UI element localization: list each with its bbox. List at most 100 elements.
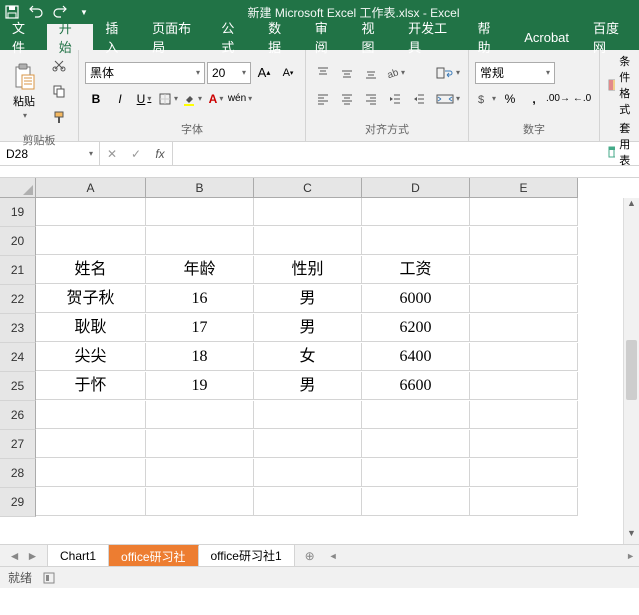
- cell-E27[interactable]: [470, 430, 578, 458]
- cell-B24[interactable]: 18: [146, 343, 254, 371]
- cell-E26[interactable]: [470, 401, 578, 429]
- sheet-tab-office1[interactable]: office研习社: [109, 545, 198, 566]
- cell-B19[interactable]: [146, 198, 254, 226]
- scroll-up-icon[interactable]: ▲: [624, 198, 639, 214]
- cell-E25[interactable]: [470, 372, 578, 400]
- name-box[interactable]: D28 ▾: [0, 142, 100, 165]
- cell-B20[interactable]: [146, 227, 254, 255]
- align-left-button[interactable]: [312, 88, 334, 110]
- decrease-decimal-button[interactable]: ←.0: [571, 88, 593, 110]
- font-size-combo[interactable]: 20▾: [207, 62, 251, 84]
- spreadsheet-grid[interactable]: A B C D E 192021姓名年龄性别工资22贺子秋16男600023耿耿…: [0, 178, 639, 517]
- cut-button[interactable]: [48, 54, 70, 76]
- cell-B26[interactable]: [146, 401, 254, 429]
- increase-indent-button[interactable]: [408, 88, 430, 110]
- cell-E19[interactable]: [470, 198, 578, 226]
- cell-A21[interactable]: 姓名: [36, 256, 146, 284]
- decrease-font-button[interactable]: A▾: [277, 62, 299, 84]
- macro-record-icon[interactable]: [42, 571, 56, 585]
- cell-A20[interactable]: [36, 227, 146, 255]
- cell-B29[interactable]: [146, 488, 254, 516]
- fill-color-button[interactable]: ▾: [181, 88, 203, 110]
- decrease-indent-button[interactable]: [384, 88, 406, 110]
- row-header-20[interactable]: 20: [0, 227, 36, 256]
- cell-B25[interactable]: 19: [146, 372, 254, 400]
- cell-A26[interactable]: [36, 401, 146, 429]
- currency-button[interactable]: $▾: [475, 88, 497, 110]
- conditional-format-button[interactable]: 条件格式: [606, 52, 639, 118]
- tab-acrobat[interactable]: Acrobat: [512, 24, 581, 50]
- row-header-23[interactable]: 23: [0, 314, 36, 343]
- cell-E21[interactable]: [470, 256, 578, 284]
- cell-B27[interactable]: [146, 430, 254, 458]
- select-all-corner[interactable]: [0, 178, 36, 198]
- tab-developer[interactable]: 开发工具: [396, 24, 465, 50]
- cell-B22[interactable]: 16: [146, 285, 254, 313]
- tab-insert[interactable]: 插入: [93, 24, 140, 50]
- row-header-29[interactable]: 29: [0, 488, 36, 517]
- border-button[interactable]: ▾: [157, 88, 179, 110]
- font-name-combo[interactable]: 黑体▾: [85, 62, 205, 84]
- cell-E28[interactable]: [470, 459, 578, 487]
- tab-help[interactable]: 帮助: [466, 24, 513, 50]
- cell-D26[interactable]: [362, 401, 470, 429]
- wrap-text-button[interactable]: ▾: [434, 62, 462, 84]
- cell-D25[interactable]: 6600: [362, 372, 470, 400]
- paste-button[interactable]: 粘贴 ▾: [6, 61, 42, 122]
- number-format-combo[interactable]: 常规▾: [475, 62, 555, 84]
- format-painter-button[interactable]: [48, 106, 70, 128]
- copy-button[interactable]: [48, 80, 70, 102]
- increase-font-button[interactable]: A▴: [253, 62, 275, 84]
- sheet-tab-office2[interactable]: office研习社1: [199, 545, 295, 566]
- cell-C21[interactable]: 性别: [254, 256, 362, 284]
- row-header-28[interactable]: 28: [0, 459, 36, 488]
- tab-data[interactable]: 数据: [256, 24, 303, 50]
- merge-button[interactable]: ▾: [434, 88, 462, 110]
- align-center-button[interactable]: [336, 88, 358, 110]
- enter-formula-icon[interactable]: ✓: [124, 147, 148, 161]
- horizontal-scrollbar[interactable]: ◄ ►: [325, 545, 639, 566]
- cell-A22[interactable]: 贺子秋: [36, 285, 146, 313]
- cell-E23[interactable]: [470, 314, 578, 342]
- cell-D24[interactable]: 6400: [362, 343, 470, 371]
- fx-icon[interactable]: fx: [148, 147, 172, 161]
- align-top-button[interactable]: [312, 62, 334, 84]
- tab-baidu[interactable]: 百度网: [581, 24, 639, 50]
- italic-button[interactable]: I: [109, 88, 131, 110]
- cell-C24[interactable]: 女: [254, 343, 362, 371]
- scroll-thumb[interactable]: [626, 340, 637, 400]
- cell-D20[interactable]: [362, 227, 470, 255]
- cell-D27[interactable]: [362, 430, 470, 458]
- cell-C23[interactable]: 男: [254, 314, 362, 342]
- col-header-D[interactable]: D: [362, 178, 470, 198]
- sheet-nav-arrows[interactable]: ◄►: [0, 545, 48, 566]
- col-header-C[interactable]: C: [254, 178, 362, 198]
- row-header-21[interactable]: 21: [0, 256, 36, 285]
- cell-D29[interactable]: [362, 488, 470, 516]
- cancel-formula-icon[interactable]: ✕: [100, 147, 124, 161]
- sheet-tab-chart1[interactable]: Chart1: [48, 545, 109, 566]
- cell-C20[interactable]: [254, 227, 362, 255]
- orientation-button[interactable]: ab▾: [384, 62, 406, 84]
- cell-C19[interactable]: [254, 198, 362, 226]
- cell-A23[interactable]: 耿耿: [36, 314, 146, 342]
- vertical-scrollbar[interactable]: ▲ ▼: [623, 198, 639, 544]
- row-header-24[interactable]: 24: [0, 343, 36, 372]
- cell-C28[interactable]: [254, 459, 362, 487]
- underline-button[interactable]: U▾: [133, 88, 155, 110]
- row-header-19[interactable]: 19: [0, 198, 36, 227]
- comma-button[interactable]: ,: [523, 88, 545, 110]
- cell-D21[interactable]: 工资: [362, 256, 470, 284]
- cell-C29[interactable]: [254, 488, 362, 516]
- phonetic-button[interactable]: wén▾: [229, 88, 251, 110]
- cell-C26[interactable]: [254, 401, 362, 429]
- cell-E20[interactable]: [470, 227, 578, 255]
- cell-A25[interactable]: 于怀: [36, 372, 146, 400]
- row-header-26[interactable]: 26: [0, 401, 36, 430]
- col-header-E[interactable]: E: [470, 178, 578, 198]
- align-bottom-button[interactable]: [360, 62, 382, 84]
- cell-D28[interactable]: [362, 459, 470, 487]
- font-color-button[interactable]: A▾: [205, 88, 227, 110]
- cell-E22[interactable]: [470, 285, 578, 313]
- cell-B28[interactable]: [146, 459, 254, 487]
